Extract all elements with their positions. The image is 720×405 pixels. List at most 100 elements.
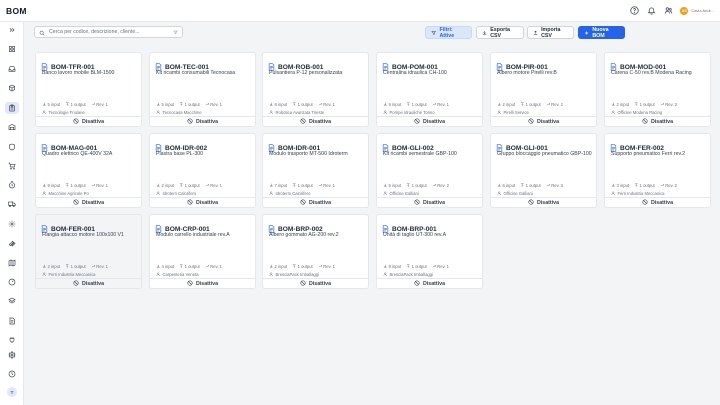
- sidebar-item-warehouse[interactable]: [5, 121, 19, 133]
- deactivate-label: Disattiva: [195, 119, 219, 125]
- bom-card[interactable]: BOM-ROB-001 Pulsantiera P-12 personalizza…: [262, 52, 369, 127]
- sidebar-item-timer[interactable]: [5, 179, 19, 191]
- sidebar-user-avatar[interactable]: T: [7, 387, 17, 397]
- bom-description: Quadro elettrico QE-400V 32A: [42, 151, 113, 157]
- deactivate-button[interactable]: Disattiva: [263, 278, 368, 290]
- deactivate-button[interactable]: Disattiva: [36, 197, 141, 209]
- deactivate-button[interactable]: Disattiva: [263, 116, 368, 128]
- sidebar-item-bom[interactable]: [5, 102, 19, 114]
- bom-card[interactable]: BOM-MAG-001 Quadro elettrico QE-400V 32A 9…: [35, 133, 142, 208]
- deactivate-button[interactable]: Disattiva: [263, 197, 368, 209]
- deactivate-button[interactable]: Disattiva: [491, 197, 596, 209]
- deactivate-button[interactable]: Disattiva: [377, 278, 482, 290]
- deactivate-label: Disattiva: [422, 119, 446, 125]
- bom-meta: 2 input 1 output Rev. 1: [42, 264, 108, 270]
- deactivate-button[interactable]: Disattiva: [150, 278, 255, 290]
- search-box[interactable]: [34, 26, 183, 38]
- bom-client: Carpenteria Veneta: [156, 272, 199, 278]
- deactivate-button[interactable]: Disattiva: [605, 197, 710, 209]
- bom-card[interactable]: BOM-IDR-002 Piastra base PL-300 2 input 1 o…: [149, 133, 256, 208]
- sidebar-item-integrations[interactable]: [5, 334, 19, 346]
- user-menu[interactable]: AS Cavia Andr...: [680, 6, 714, 15]
- new-bom-button[interactable]: Nuova BOM: [578, 26, 625, 39]
- bom-card[interactable]: BOM-GLI-002 Kit ricambi semestrale GBP-10…: [376, 133, 483, 208]
- input-count: 5 input: [161, 102, 175, 108]
- bom-card[interactable]: BOM-CRP-001 Modulo carrello industriale r…: [149, 214, 256, 289]
- client-name: Robotica Avanzata Trieste: [275, 110, 325, 116]
- bom-card[interactable]: BOM-POM-001 Centralina idraulica CH-100 9 …: [376, 52, 483, 127]
- bom-description: Albero gommato AG-200 rev.2: [269, 232, 339, 238]
- deactivate-button[interactable]: Disattiva: [150, 116, 255, 128]
- user-icon: [383, 191, 388, 197]
- export-csv-button[interactable]: Esporta CSV: [476, 26, 524, 39]
- sidebar-toggle[interactable]: [5, 24, 19, 36]
- revision-icon: [660, 102, 665, 108]
- sidebar-item-settings[interactable]: [5, 349, 19, 361]
- bom-card[interactable]: BOM-BRP-002 Albero gommato AG-200 rev.2 2 …: [262, 214, 369, 289]
- search-filter-icon[interactable]: [173, 30, 178, 35]
- bom-card[interactable]: BOM-BRP-001 Unità di taglio UT-300 rev.A 9…: [376, 214, 483, 289]
- ban-icon: [642, 118, 648, 126]
- sidebar-item-map[interactable]: [5, 257, 19, 269]
- input-arrow-icon: [42, 183, 47, 189]
- bom-description: Modulo carrello industriale rev.A: [156, 232, 230, 238]
- sidebar-item-dashboard[interactable]: [5, 43, 19, 55]
- user-icon: [383, 110, 388, 116]
- bom-card[interactable]: BOM-PIR-001 Albero motore Pirelli rev.B 2 …: [490, 52, 597, 127]
- sidebar-item-products[interactable]: [5, 82, 19, 94]
- help-icon[interactable]: [629, 6, 639, 16]
- bom-card[interactable]: BOM-IDR-001 Modulo trasporto MT-500 Idrot…: [262, 133, 369, 208]
- user-icon: [156, 191, 161, 197]
- sidebar-item-history[interactable]: [5, 368, 19, 380]
- import-csv-button[interactable]: Importa CSV: [527, 26, 574, 39]
- user-icon: [497, 191, 502, 197]
- sidebar-item-quality[interactable]: [5, 141, 19, 153]
- bom-card[interactable]: BOM-GLI-001 Gruppo bloccaggio pneumatico …: [490, 133, 597, 208]
- deactivate-button[interactable]: Disattiva: [150, 197, 255, 209]
- revision: Rev. 3: [551, 183, 564, 189]
- sidebar-item-catalog[interactable]: [5, 295, 19, 307]
- bom-card[interactable]: BOM-TFR-001 Banco lavoro mobile BLM-1500 5…: [35, 52, 142, 127]
- sidebar-item-maintenance[interactable]: [5, 237, 19, 249]
- bell-icon[interactable]: [646, 6, 656, 16]
- bom-card[interactable]: BOM-TEC-001 Kit ricambi consumabili Tecno…: [149, 52, 256, 127]
- deactivate-button[interactable]: Disattiva: [377, 116, 482, 128]
- cart-icon: [8, 162, 16, 170]
- revision: Rev. 1: [323, 183, 336, 189]
- deactivate-button[interactable]: Disattiva: [36, 116, 141, 128]
- bom-card[interactable]: BOM-MOD-001 Carena C-50 rev.B Modena Raci…: [604, 52, 711, 127]
- client-name: Carpenteria Veneta: [162, 272, 199, 278]
- sidebar-item-documents[interactable]: [5, 315, 19, 327]
- revision: Rev. 2: [437, 183, 450, 189]
- ban-icon: [73, 118, 79, 126]
- user-icon: [269, 272, 274, 278]
- revision: Rev. 1: [210, 264, 223, 270]
- revision-icon: [205, 264, 210, 270]
- deactivate-button[interactable]: Disattiva: [491, 116, 596, 128]
- output-count: 1 output: [525, 102, 541, 108]
- deactivate-label: Disattiva: [536, 119, 560, 125]
- bom-client: Ferri Industria Meccanica: [611, 191, 665, 197]
- users-icon[interactable]: [663, 6, 673, 16]
- bom-card[interactable]: BOM-FER-001 Flangia attacco motore 100x10…: [35, 214, 142, 289]
- download-icon: [482, 30, 487, 35]
- client-name: Idrotern Calorifero: [162, 191, 197, 197]
- deactivate-button[interactable]: Disattiva: [36, 278, 141, 290]
- filter-button[interactable]: Filtri: Attive: [425, 26, 472, 39]
- sidebar-item-inbox[interactable]: [5, 63, 19, 75]
- grid-icon: [8, 46, 15, 52]
- sidebar-item-machines[interactable]: [5, 218, 19, 230]
- bom-meta: 2 input 1 output Rev. 1: [269, 264, 335, 270]
- input-arrow-icon: [611, 183, 616, 189]
- sidebar-item-orders[interactable]: [5, 160, 19, 172]
- sidebar-item-stats[interactable]: [5, 276, 19, 288]
- search-input[interactable]: [49, 29, 169, 35]
- deactivate-label: Disattiva: [308, 119, 332, 125]
- bom-description: Supporto pneumatico Ferri rev.2: [611, 151, 686, 157]
- deactivate-button[interactable]: Disattiva: [605, 116, 710, 128]
- sidebar-item-shipping[interactable]: [5, 198, 19, 210]
- output-arrow-icon: [65, 183, 70, 189]
- bom-card[interactable]: BOM-FER-002 Supporto pneumatico Ferri rev…: [604, 133, 711, 208]
- deactivate-button[interactable]: Disattiva: [377, 197, 482, 209]
- deactivate-label: Disattiva: [81, 119, 105, 125]
